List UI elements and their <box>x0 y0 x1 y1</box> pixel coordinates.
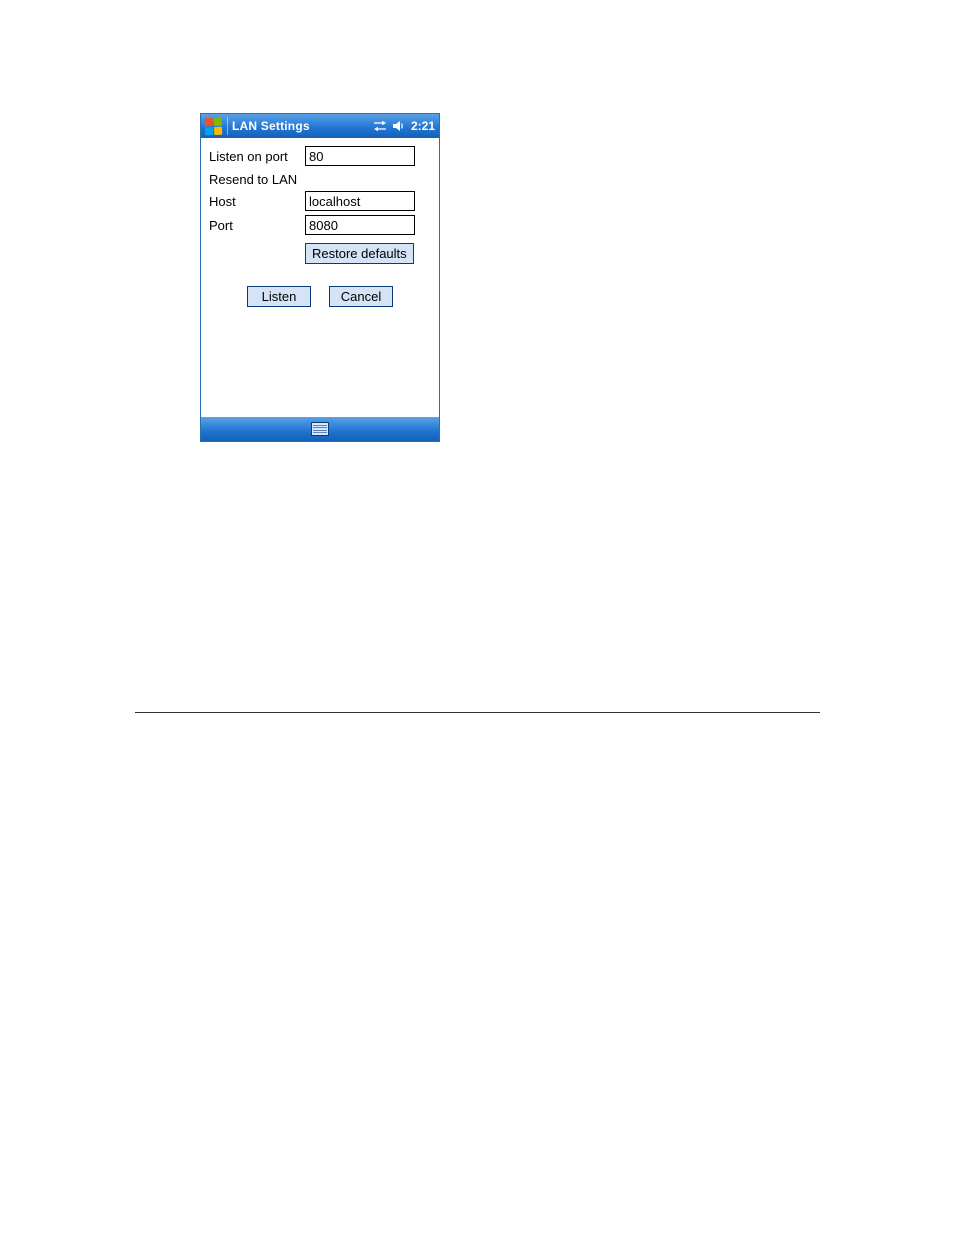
page: LAN Settings 2:21 <box>0 0 954 1235</box>
host-label: Host <box>209 194 299 209</box>
volume-icon[interactable] <box>393 120 405 132</box>
port-label: Port <box>209 218 299 233</box>
title-separator <box>227 117 228 135</box>
title-bar: LAN Settings 2:21 <box>201 114 439 138</box>
listen-port-input[interactable] <box>305 146 415 166</box>
horizontal-rule <box>135 712 820 713</box>
resend-to-lan-label: Resend to LAN <box>209 168 431 189</box>
window-title: LAN Settings <box>232 119 373 133</box>
restore-defaults-button[interactable]: Restore defaults <box>305 243 414 264</box>
clock[interactable]: 2:21 <box>411 119 435 133</box>
listen-port-label: Listen on port <box>209 149 299 164</box>
bottom-bar <box>201 417 439 441</box>
host-input[interactable] <box>305 191 415 211</box>
start-button[interactable] <box>205 117 223 135</box>
port-input[interactable] <box>305 215 415 235</box>
connectivity-icon[interactable] <box>373 120 387 132</box>
cancel-button[interactable]: Cancel <box>329 286 393 307</box>
keyboard-icon[interactable] <box>311 422 329 436</box>
device-screenshot: LAN Settings 2:21 <box>200 113 440 442</box>
listen-button[interactable]: Listen <box>247 286 311 307</box>
form-area: Listen on port Resend to LAN Host Port R… <box>201 138 439 307</box>
